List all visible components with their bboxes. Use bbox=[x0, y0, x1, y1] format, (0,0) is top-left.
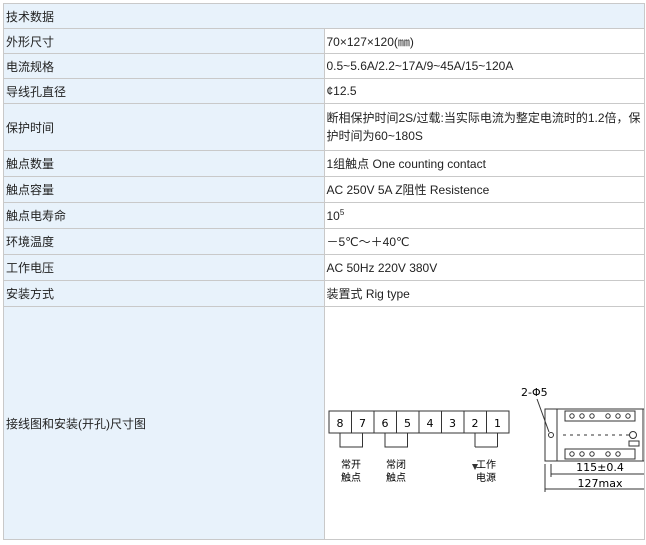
table-row: 工作电压 AC 50Hz 220V 380V bbox=[3, 254, 645, 281]
row-value: 0.5~5.6A/2.2~17A/9~45A/15~120A bbox=[323, 53, 645, 79]
power-label-1: 工作 bbox=[476, 459, 496, 471]
table-row: 电流规格 0.5~5.6A/2.2~17A/9~45A/15~120A bbox=[3, 53, 645, 79]
terminal-screw bbox=[578, 451, 585, 457]
row-value: AC 250V 5A Z阻性 Resistence bbox=[323, 176, 645, 203]
row-label: 触点数量 bbox=[3, 150, 325, 177]
terminal-screw bbox=[588, 451, 595, 457]
row-label: 安装方式 bbox=[3, 280, 325, 307]
row-label: 接线图和安装(开孔)尺寸图 bbox=[3, 306, 325, 540]
terminal-number: 5 bbox=[404, 417, 411, 430]
row-label: 环境温度 bbox=[3, 228, 325, 255]
row-label: 工作电压 bbox=[3, 254, 325, 281]
nc-contact-label-1: 常闭 bbox=[386, 458, 406, 471]
diagram-wrap: 8 7 6 5 4 3 2 1 常开 触点 常闭 触点 工作 电源 2-Φ5 1… bbox=[325, 308, 644, 539]
no-contact-label-2: 触点 bbox=[341, 471, 361, 484]
terminal-number: 6 bbox=[381, 417, 388, 430]
nc-contact-label-2: 触点 bbox=[386, 471, 406, 484]
top-terminal-block bbox=[564, 410, 635, 422]
row-value: 105 bbox=[323, 202, 645, 229]
life-exponent: 5 bbox=[339, 208, 345, 217]
table-row: 外形尺寸 70×127×120(㎜) bbox=[3, 28, 645, 54]
row-value: AC 50Hz 220V 380V bbox=[323, 254, 645, 281]
row-value: －5℃～＋40℃ bbox=[323, 228, 645, 255]
terminal-number: 7 bbox=[359, 417, 366, 430]
table-row: 保护时间 断相保护时间2S/过载:当实际电流为整定电流时的1.2倍，保护时间为6… bbox=[3, 103, 645, 151]
row-value: ¢12.5 bbox=[323, 78, 645, 104]
table-row: 触点电寿命 105 bbox=[3, 202, 645, 229]
terminal-screw bbox=[614, 451, 621, 457]
no-contact-label-1: 常开 bbox=[341, 458, 361, 471]
table-row: 导线孔直径 ¢12.5 bbox=[3, 78, 645, 104]
bottom-terminal-block bbox=[564, 448, 635, 460]
hole-leader-line bbox=[536, 398, 549, 433]
terminal-screw bbox=[568, 451, 575, 457]
spec-table: 技术数据 外形尺寸 70×127×120(㎜) 电流规格 0.5~5.6A/2.… bbox=[3, 3, 645, 540]
table-row: 接线图和安装(开孔)尺寸图 8 7 6 5 4 3 2 1 常开 触点 常闭 触… bbox=[3, 306, 645, 540]
row-value: 1组触点 One counting contact bbox=[323, 150, 645, 177]
row-label: 触点电寿命 bbox=[3, 202, 325, 229]
terminal-screw bbox=[624, 413, 631, 419]
mounting-hole-left bbox=[547, 432, 554, 438]
no-contact-wire bbox=[339, 433, 363, 448]
width-dim-label: 127max bbox=[577, 477, 622, 490]
nc-contact-wire bbox=[384, 433, 408, 448]
wiring-lines bbox=[339, 433, 498, 448]
terminal-screw bbox=[614, 413, 621, 419]
row-label: 保护时间 bbox=[3, 103, 325, 151]
table-title: 技术数据 bbox=[3, 3, 645, 29]
terminal-number: 1 bbox=[494, 417, 501, 430]
terminal-screw bbox=[604, 451, 611, 457]
indicator-window bbox=[628, 440, 639, 447]
table-row: 触点数量 1组触点 One counting contact bbox=[3, 150, 645, 177]
row-value: 装置式 Rig type bbox=[323, 280, 645, 307]
life-base: 10 bbox=[326, 209, 340, 223]
row-value: 70×127×120(㎜) bbox=[323, 28, 645, 54]
power-label-2: 电源 bbox=[476, 471, 496, 484]
row-label: 导线孔直径 bbox=[3, 78, 325, 104]
terminal-number: 3 bbox=[449, 417, 456, 430]
terminal-number: 2 bbox=[471, 417, 478, 430]
terminal-number: 4 bbox=[426, 417, 433, 430]
adjust-knob bbox=[628, 431, 637, 439]
terminal-screw bbox=[588, 413, 595, 419]
row-value: 断相保护时间2S/过载:当实际电流为整定电流时的1.2倍，保护时间为60~180… bbox=[323, 103, 645, 151]
left-mounting-ear bbox=[544, 408, 557, 462]
row-label: 外形尺寸 bbox=[3, 28, 325, 54]
diagram-cell: 8 7 6 5 4 3 2 1 常开 触点 常闭 触点 工作 电源 2-Φ5 1… bbox=[323, 306, 645, 540]
hole-spacing-label: 115±0.4 bbox=[576, 461, 624, 474]
wiring-and-mounting-diagram: 8 7 6 5 4 3 2 1 常开 触点 常闭 触点 工作 电源 2-Φ5 1… bbox=[328, 386, 644, 492]
table-row: 触点容量 AC 250V 5A Z阻性 Resistence bbox=[3, 176, 645, 203]
row-label: 触点容量 bbox=[3, 176, 325, 203]
table-row: 安装方式 装置式 Rig type bbox=[3, 280, 645, 307]
row-label: 电流规格 bbox=[3, 53, 325, 79]
right-mounting-ear bbox=[642, 408, 644, 462]
terminal-number: 8 bbox=[336, 417, 343, 430]
terminal-screw bbox=[568, 413, 575, 419]
hole-dim-label: 2-Φ5 bbox=[521, 386, 548, 399]
terminal-strip: 8 7 6 5 4 3 2 1 bbox=[328, 410, 509, 434]
terminal-screw bbox=[604, 413, 611, 419]
terminal-screw bbox=[578, 413, 585, 419]
table-row: 环境温度 －5℃～＋40℃ bbox=[3, 228, 645, 255]
